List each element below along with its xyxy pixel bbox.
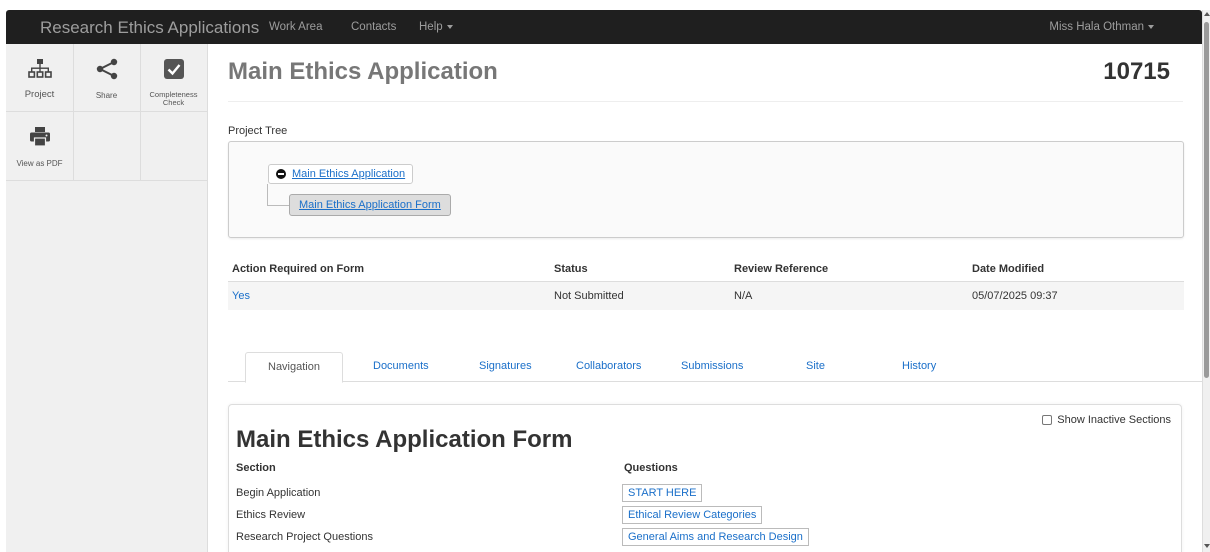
- scroll-down-icon[interactable]: [1204, 544, 1210, 548]
- question-link-ethical-review[interactable]: Ethical Review Categories: [622, 506, 763, 524]
- tree-connector: [267, 205, 289, 206]
- column-header: Action Required on Form: [232, 263, 364, 275]
- navbar: Research Ethics Applications Work Area C…: [6, 10, 1202, 44]
- nav-help[interactable]: Help: [419, 21, 453, 33]
- sitemap-icon: [6, 57, 73, 81]
- tree-connector: [267, 184, 268, 206]
- tab-documents[interactable]: Documents: [373, 360, 429, 372]
- tool-label: View as PDF: [16, 159, 63, 168]
- chevron-down-icon: [446, 24, 453, 29]
- application-number: 10715: [1103, 58, 1170, 85]
- form-navigation-panel: Show Inactive Sections Main Ethics Appli…: [228, 404, 1182, 552]
- tab-site[interactable]: Site: [806, 360, 825, 372]
- form-status-table: Action Required on Form Status Review Re…: [228, 256, 1184, 310]
- view-as-pdf-button[interactable]: View as PDF: [6, 111, 74, 181]
- question-link-start-here[interactable]: START HERE: [622, 484, 703, 502]
- tree-node-root[interactable]: Main Ethics Application: [268, 164, 414, 184]
- user-name: Miss Hala Othman: [1049, 21, 1144, 33]
- checkbox-check-icon: [140, 57, 207, 81]
- tab-submissions[interactable]: Submissions: [681, 360, 743, 372]
- form-title: Main Ethics Application Form: [236, 426, 573, 453]
- column-header: Review Reference: [734, 263, 829, 275]
- printer-icon: [6, 125, 73, 149]
- chevron-down-icon: [1148, 24, 1154, 29]
- show-inactive-label: Show Inactive Sections: [1057, 414, 1171, 426]
- tab-bar: Navigation Documents Signatures Collabor…: [228, 352, 1202, 383]
- collapse-icon[interactable]: [276, 169, 286, 179]
- tab-collaborators[interactable]: Collaborators: [576, 360, 641, 372]
- tool-label: Share: [95, 91, 118, 100]
- column-header: Section: [236, 462, 276, 474]
- empty-tool-slot: [140, 111, 208, 181]
- tool-label: Project: [24, 89, 55, 100]
- divider: [228, 101, 1183, 102]
- tab-navigation[interactable]: Navigation: [245, 352, 343, 383]
- project-tool-button[interactable]: Project: [6, 44, 74, 112]
- scrollbar-thumb[interactable]: [1204, 22, 1209, 378]
- nav-contacts[interactable]: Contacts: [351, 21, 396, 33]
- page-title: Main Ethics Application: [228, 58, 498, 85]
- tool-panel: Project Share Completeness Check View as…: [6, 44, 208, 552]
- column-header: Questions: [624, 462, 678, 474]
- brand-link[interactable]: Research Ethics Applications: [40, 18, 259, 38]
- share-icon: [73, 57, 140, 81]
- tab-signatures[interactable]: Signatures: [479, 360, 532, 372]
- tree-child-link[interactable]: Main Ethics Application Form: [299, 199, 441, 211]
- tool-label: Completeness Check: [149, 90, 198, 107]
- tree-node-child[interactable]: Main Ethics Application Form: [289, 194, 451, 216]
- show-inactive-toggle[interactable]: Show Inactive Sections: [1042, 414, 1171, 426]
- review-reference-value: N/A: [734, 290, 753, 302]
- nav-help-label: Help: [419, 21, 443, 33]
- tab-history[interactable]: History: [902, 360, 936, 372]
- tree-root-link[interactable]: Main Ethics Application: [292, 168, 405, 180]
- scroll-up-icon[interactable]: [1204, 12, 1210, 16]
- date-modified-value: 05/07/2025 09:37: [972, 290, 1058, 302]
- vertical-scrollbar[interactable]: [1202, 10, 1210, 552]
- top-bar: Research Ethics Applications Work Area C…: [0, 0, 1210, 50]
- share-tool-button[interactable]: Share: [73, 44, 141, 112]
- user-menu[interactable]: Miss Hala Othman: [1049, 21, 1154, 33]
- project-tree: Main Ethics Application Main Ethics Appl…: [228, 141, 1184, 238]
- column-header: Date Modified: [972, 263, 1045, 275]
- project-tree-label: Project Tree: [228, 125, 288, 137]
- table-header-row: Action Required on Form Status Review Re…: [228, 256, 1184, 282]
- completeness-check-button[interactable]: Completeness Check: [140, 44, 208, 112]
- empty-tool-slot: [73, 111, 141, 181]
- section-label: Begin Application: [236, 487, 321, 499]
- nav-work-area[interactable]: Work Area: [269, 21, 322, 33]
- section-label: Ethics Review: [236, 509, 306, 521]
- column-header: Status: [554, 263, 588, 275]
- action-required-link[interactable]: Yes: [232, 290, 250, 302]
- section-label: Research Project Questions: [236, 531, 373, 543]
- show-inactive-checkbox[interactable]: [1042, 415, 1053, 425]
- table-row: Yes Not Submitted N/A 05/07/2025 09:37: [228, 282, 1184, 310]
- question-link-general-aims[interactable]: General Aims and Research Design: [622, 528, 809, 546]
- status-value: Not Submitted: [554, 290, 624, 302]
